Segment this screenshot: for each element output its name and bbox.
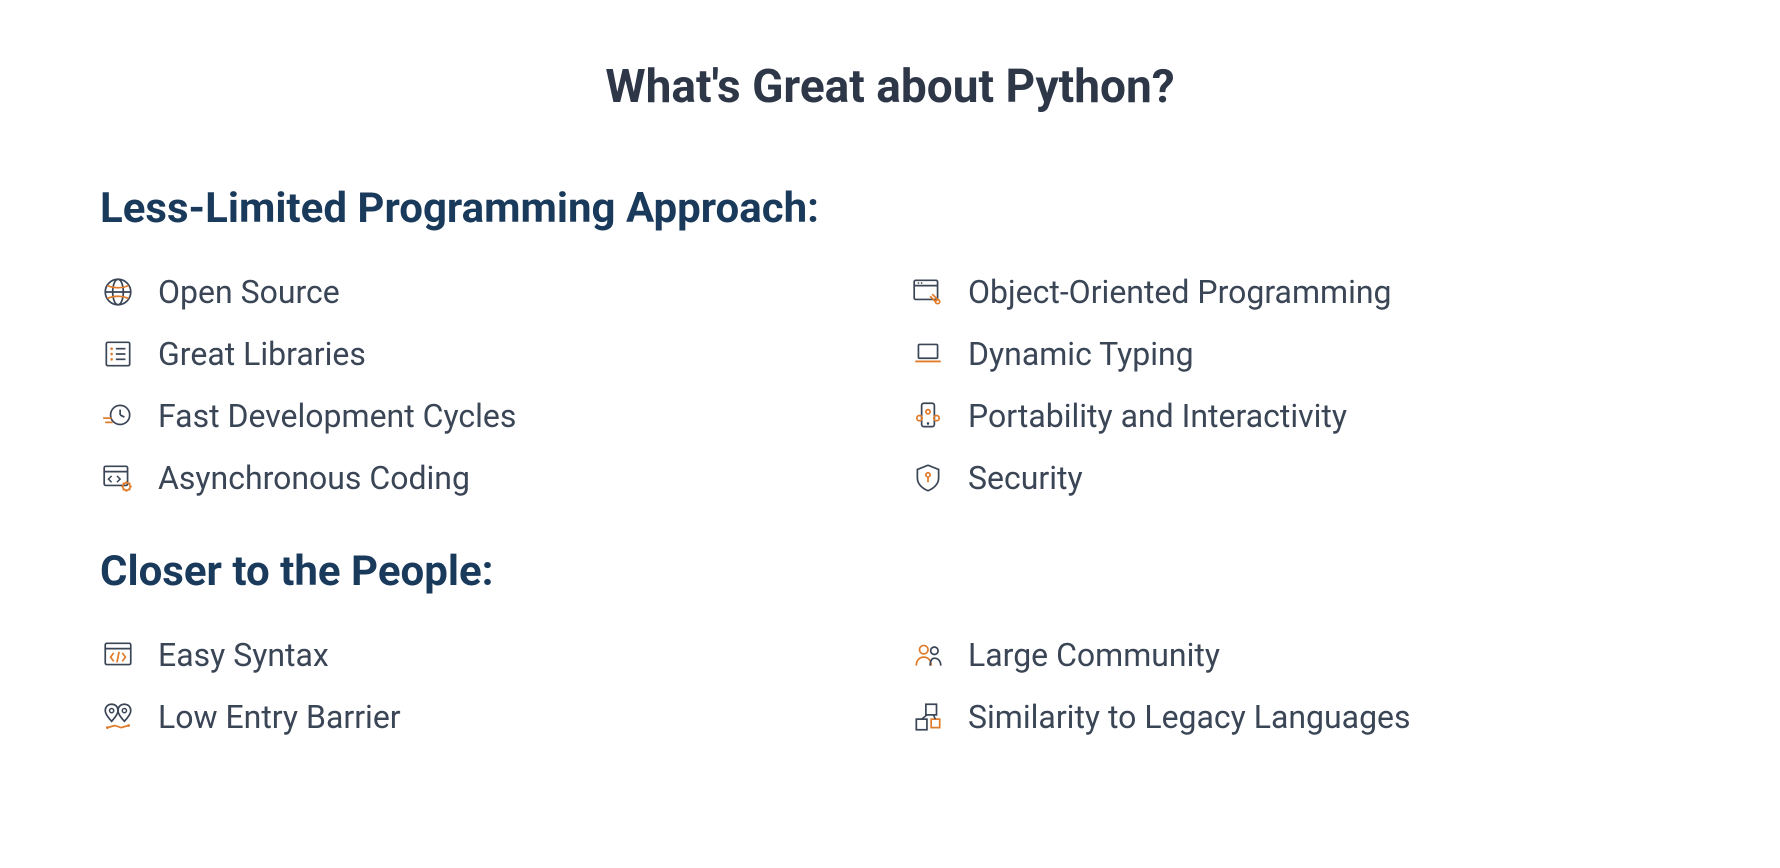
feature-label: Similarity to Legacy Languages [968, 698, 1411, 736]
list-box-icon [100, 336, 136, 372]
feature-item: Low Entry Barrier [100, 698, 870, 736]
feature-item: Similarity to Legacy Languages [910, 698, 1680, 736]
feature-item: Large Community [910, 636, 1680, 674]
feature-item: Easy Syntax [100, 636, 870, 674]
shield-icon [910, 460, 946, 496]
feature-label: Great Libraries [158, 335, 366, 373]
feature-item: Object-Oriented Programming [910, 273, 1680, 311]
feature-item: Dynamic Typing [910, 335, 1680, 373]
section-less-limited: Less-Limited Programming Approach: Open … [100, 184, 1680, 497]
feature-label: Open Source [158, 273, 340, 311]
feature-item: Fast Development Cycles [100, 397, 870, 435]
feature-label: Asynchronous Coding [158, 459, 470, 497]
feature-item: Great Libraries [100, 335, 870, 373]
feature-item: Open Source [100, 273, 870, 311]
section-heading: Closer to the People: [100, 547, 1680, 596]
feature-label: Portability and Interactivity [968, 397, 1347, 435]
feature-label: Low Entry Barrier [158, 698, 401, 736]
code-window-icon [100, 637, 136, 673]
feature-grid: Easy Syntax Large Community Low Entry Ba… [100, 636, 1680, 736]
laptop-icon [910, 336, 946, 372]
code-gear-icon [100, 460, 136, 496]
feature-label: Security [968, 459, 1083, 497]
feature-item: Security [910, 459, 1680, 497]
map-pins-icon [100, 699, 136, 735]
portable-device-icon [910, 398, 946, 434]
page-title: What's Great about Python? [100, 60, 1680, 114]
feature-item: Portability and Interactivity [910, 397, 1680, 435]
people-icon [910, 637, 946, 673]
section-closer-to-people: Closer to the People: Easy Syntax Large … [100, 547, 1680, 736]
feature-label: Fast Development Cycles [158, 397, 516, 435]
window-tool-icon [910, 274, 946, 310]
section-heading: Less-Limited Programming Approach: [100, 184, 1680, 233]
feature-label: Large Community [968, 636, 1220, 674]
feature-label: Easy Syntax [158, 636, 329, 674]
blocks-icon [910, 699, 946, 735]
clock-fast-icon [100, 398, 136, 434]
feature-label: Object-Oriented Programming [968, 273, 1391, 311]
feature-grid: Open Source Object-Oriented Programming … [100, 273, 1680, 497]
feature-label: Dynamic Typing [968, 335, 1194, 373]
feature-item: Asynchronous Coding [100, 459, 870, 497]
globe-icon [100, 274, 136, 310]
